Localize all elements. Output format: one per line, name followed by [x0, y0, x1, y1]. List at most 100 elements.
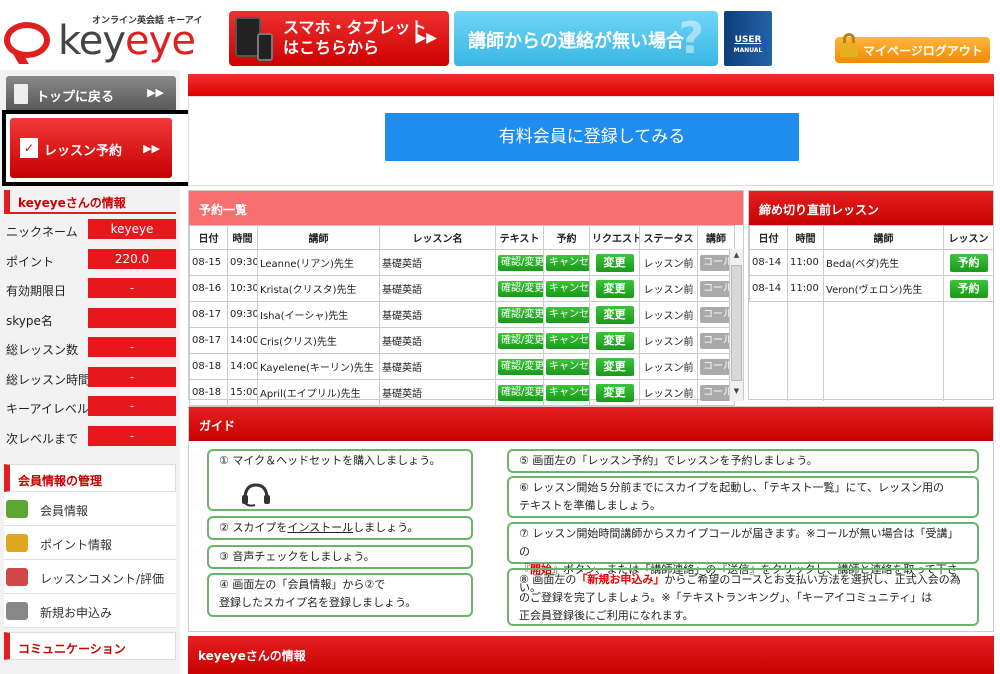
change-button[interactable]: 変更 — [595, 357, 634, 376]
table-row: 08-1709:30Isha(イーシャ)先生基礎英語確認/変更キャンセル変更レッ… — [189, 301, 735, 328]
manual-line2: MANUAL — [733, 47, 763, 54]
back-to-top-button[interactable]: トップに戻る ▶▶ — [6, 76, 176, 112]
cell-status: レッスン前 — [639, 327, 698, 354]
change-button[interactable]: 変更 — [595, 331, 634, 350]
guide-step-7: ⑦ レッスン開始時間講師からスカイプコールが届きます。※コールが無い場合は「受講… — [507, 522, 979, 594]
member-menu-item[interactable]: レッスンコメント/評価 — [4, 560, 176, 594]
text-confirm-button[interactable]: 確認/変更 — [498, 254, 543, 271]
column-header: 講師 — [697, 225, 735, 250]
text-confirm-button[interactable]: 確認/変更 — [498, 306, 543, 323]
cell-action: 確認/変更 — [495, 353, 544, 380]
scroll-thumb[interactable] — [731, 265, 742, 381]
lesson-reserve-button[interactable]: ✓ レッスン予約 ▶▶ — [10, 118, 172, 178]
deadline-lessons-title: 締め切り直前レッスン — [749, 191, 993, 225]
register-paid-member-button[interactable]: 有料会員に登録してみる — [385, 113, 799, 161]
change-button[interactable]: 変更 — [595, 253, 634, 272]
change-button[interactable]: 変更 — [595, 279, 634, 298]
column-header: ステータス — [639, 225, 698, 250]
guide-title: ガイド — [189, 407, 993, 441]
text-confirm-button[interactable]: 確認/変更 — [498, 384, 543, 401]
reservation-table: 日付 時間 講師 レッスン名 テキスト 予約 リクエスト ステータス 講師 08-15 09:30… — [189, 225, 735, 406]
user-info-heading: keyeyeさんの情報 — [4, 190, 176, 214]
guide-panel: ガイド ① マイク＆ヘッドセットを購入しましょう。 ② スカイプをインストールし… — [188, 406, 994, 632]
cell-action: 確認/変更 — [495, 249, 544, 276]
communication-heading: コミュニケーション — [4, 632, 176, 660]
cell-action: 変更 — [589, 275, 640, 302]
column-header: レッスン — [943, 225, 994, 250]
cell-time: 09:30 — [227, 301, 258, 328]
column-header: 講師 — [257, 225, 380, 250]
cell-date: 08-18 — [189, 379, 228, 406]
reserve-button[interactable]: 予約 — [949, 253, 988, 272]
member-management-heading: 会員情報の管理 — [4, 464, 176, 492]
cell-date: 08-15 — [189, 249, 228, 276]
text-confirm-button[interactable]: 確認/変更 — [498, 358, 543, 375]
double-arrow-icon: ▶▶ — [143, 142, 160, 155]
column-header: 時間 — [227, 225, 258, 250]
reserve-button[interactable]: 予約 — [949, 279, 988, 298]
user-manual-book[interactable]: USER MANUAL — [724, 11, 772, 66]
guide-step-1-text: ① マイク＆ヘッドセットを購入しましょう。 — [219, 454, 441, 467]
member-menu-item[interactable]: ポイント情報 — [4, 526, 176, 560]
cell-date: 08-14 — [749, 249, 788, 276]
change-button[interactable]: 変更 — [595, 305, 634, 324]
column-header: 日付 — [189, 225, 228, 250]
manual-line1: USER — [734, 35, 762, 45]
deadline-empty-area — [749, 301, 993, 401]
cell-teacher: Isha(イーシャ)先生 — [257, 301, 380, 328]
table-row: 08-14 11:00 Beda(ベダ)先生 予約 — [749, 249, 994, 276]
smartphone-banner[interactable]: スマホ・タブレット はこちらから ▶▶ — [229, 11, 449, 66]
text-confirm-button[interactable]: 確認/変更 — [498, 280, 543, 297]
table-row: 08-1509:30Leanne(リアン)先生基礎英語確認/変更キャンセル変更レ… — [189, 249, 735, 276]
user-info-value: - — [88, 366, 176, 387]
column-header: 時間 — [787, 225, 824, 250]
contact-banner-text: 講師からの連絡が無い場合 — [468, 31, 684, 52]
member-menu-item[interactable]: 会員情報 — [4, 492, 176, 526]
cell-status: レッスン前 — [639, 275, 698, 302]
member-menu-item[interactable]: 新規お申込み — [4, 594, 176, 628]
cell-teacher: Kayelene(キーリン)先生 — [257, 353, 380, 380]
site-logo[interactable]: オンライン英会話 キーアイ keyeye — [0, 0, 228, 70]
user-info-value: - — [88, 278, 176, 298]
text-confirm-button[interactable]: 確認/変更 — [498, 332, 543, 349]
cancel-button[interactable]: キャンセル — [546, 280, 589, 297]
install-link[interactable]: インストール — [287, 521, 353, 534]
guide-step-2: ② スカイプをインストールしましょう。 — [207, 516, 473, 540]
teacher-contact-banner[interactable]: 講師からの連絡が無い場合 ? — [454, 11, 718, 66]
cell-lesson: 基礎英語 — [379, 353, 496, 380]
user-info-bar: keyeyeさんの情報 — [188, 636, 994, 674]
user-info-label: ポイント — [6, 254, 55, 269]
cell-action: 確認/変更 — [495, 379, 544, 406]
padlock-icon — [840, 33, 858, 59]
user-info-label: skype名 — [6, 313, 53, 328]
logo-wordmark: keyeye — [58, 18, 196, 64]
cell-time: 11:00 — [787, 249, 824, 276]
cart-icon — [6, 602, 28, 620]
scroll-down-icon[interactable]: ▼ — [730, 387, 743, 399]
cell-status: レッスン前 — [639, 353, 698, 380]
guide-step-5: ⑤ 画面左の「レッスン予約」でレッスンを予約しましょう。 — [507, 449, 979, 473]
table-row: 08-1814:00Kayelene(キーリン)先生基礎英語確認/変更キャンセル… — [189, 353, 735, 380]
cancel-button[interactable]: キャンセル — [546, 254, 589, 271]
cancel-button[interactable]: キャンセル — [546, 306, 589, 323]
scroll-up-icon[interactable]: ▲ — [730, 251, 743, 263]
user-info-value: 220.0 — [88, 248, 176, 269]
cancel-button[interactable]: キャンセル — [546, 332, 589, 349]
user-info-row: キーアイレベル - — [4, 393, 176, 423]
guide-step-4: ④ 画面左の「会員情報」から②で 登録したスカイプ名を登録しましょう。 — [207, 573, 473, 617]
cell-action: キャンセル — [543, 275, 590, 302]
lesson-reserve-label: レッスン予約 — [44, 144, 123, 159]
cell-action: 変更 — [589, 379, 640, 406]
cell-date: 08-17 — [189, 327, 228, 354]
cell-date: 08-18 — [189, 353, 228, 380]
change-button[interactable]: 変更 — [595, 383, 634, 402]
double-arrow-icon: ▶▶ — [415, 30, 437, 46]
cell-status: レッスン前 — [639, 379, 698, 406]
user-info-row: ポイント 220.0 — [4, 246, 176, 276]
door-icon — [14, 84, 28, 104]
cancel-button[interactable]: キャンセル — [546, 384, 589, 401]
reservation-scrollbar[interactable]: ▲ ▼ — [729, 249, 743, 401]
logout-button[interactable]: マイページログアウト — [835, 33, 990, 63]
cancel-button[interactable]: キャンセル — [546, 358, 589, 375]
member-menu-label: 新規お申込み — [40, 606, 113, 620]
